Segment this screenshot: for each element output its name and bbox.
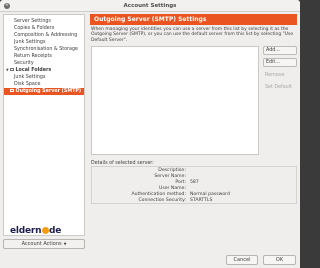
tree-item-local-junk-settings[interactable]: Junk Settings xyxy=(14,74,45,81)
server-details-box: Description: Server Name: Port: 587 User… xyxy=(91,166,297,204)
tree-item-copies-folders[interactable]: Copies & Folders xyxy=(14,25,54,32)
ok-button[interactable]: OK xyxy=(263,255,296,265)
edit-server-button[interactable]: Edit... xyxy=(263,58,297,67)
tree-item-local-folders-label: Local Folders xyxy=(15,68,52,73)
tree-item-outgoing-server[interactable]: Outgoing Server (SMTP) xyxy=(4,88,84,95)
tree-item-server-settings[interactable]: Server Settings xyxy=(14,18,51,25)
logo-o-icon xyxy=(41,227,49,234)
tree-item-junk-settings[interactable]: Junk Settings xyxy=(14,39,45,46)
logo-text-end: de xyxy=(48,226,62,236)
outgoing-server-icon xyxy=(10,88,14,93)
dialog-button-bar: Cancel OK xyxy=(0,252,300,268)
cancel-button[interactable]: Cancel xyxy=(226,255,258,265)
panel-title: Outgoing Server (SMTP) Settings xyxy=(90,14,297,25)
detail-key: Connection Security: xyxy=(138,198,186,203)
panel-description: When managing your identities you can us… xyxy=(91,27,294,43)
tree-item-composition-addressing[interactable]: Composition & Addressing xyxy=(14,32,77,39)
eldernode-logo: eldern de xyxy=(10,226,61,238)
tree-item-disk-space[interactable]: Disk Space xyxy=(14,81,40,88)
account-actions-label: Account Actions xyxy=(21,241,62,247)
tree-item-outgoing-server-label: Outgoing Server (SMTP) xyxy=(15,89,82,94)
title-bar: × Account Settings xyxy=(0,0,300,12)
folder-icon xyxy=(10,68,14,71)
logo-text-start: eldern xyxy=(10,226,42,236)
detail-value: STARTTLS xyxy=(190,198,213,203)
chevron-down-icon: ▼ xyxy=(62,242,67,246)
add-server-button[interactable]: Add... xyxy=(263,46,297,55)
tree-item-local-folders[interactable]: ▼ Local Folders xyxy=(6,67,51,74)
account-tree[interactable]: Server Settings Copies & Folders Composi… xyxy=(3,14,85,236)
window-title: Account Settings xyxy=(123,3,177,9)
tree-item-synchronisation-storage[interactable]: Synchronisation & Storage xyxy=(14,46,78,53)
detail-row-connection-security: Connection Security: STARTTLS xyxy=(92,198,296,204)
account-settings-window: × Account Settings Server Settings Copie… xyxy=(0,0,300,268)
smtp-server-list[interactable] xyxy=(91,46,259,155)
remove-server-button[interactable]: Remove xyxy=(263,71,297,80)
tree-item-security[interactable]: Security xyxy=(14,60,34,67)
set-default-button[interactable]: Set Default xyxy=(263,83,297,92)
tree-item-return-receipts[interactable]: Return Receipts xyxy=(14,53,52,60)
account-actions-button[interactable]: Account Actions ▼ xyxy=(3,239,85,249)
